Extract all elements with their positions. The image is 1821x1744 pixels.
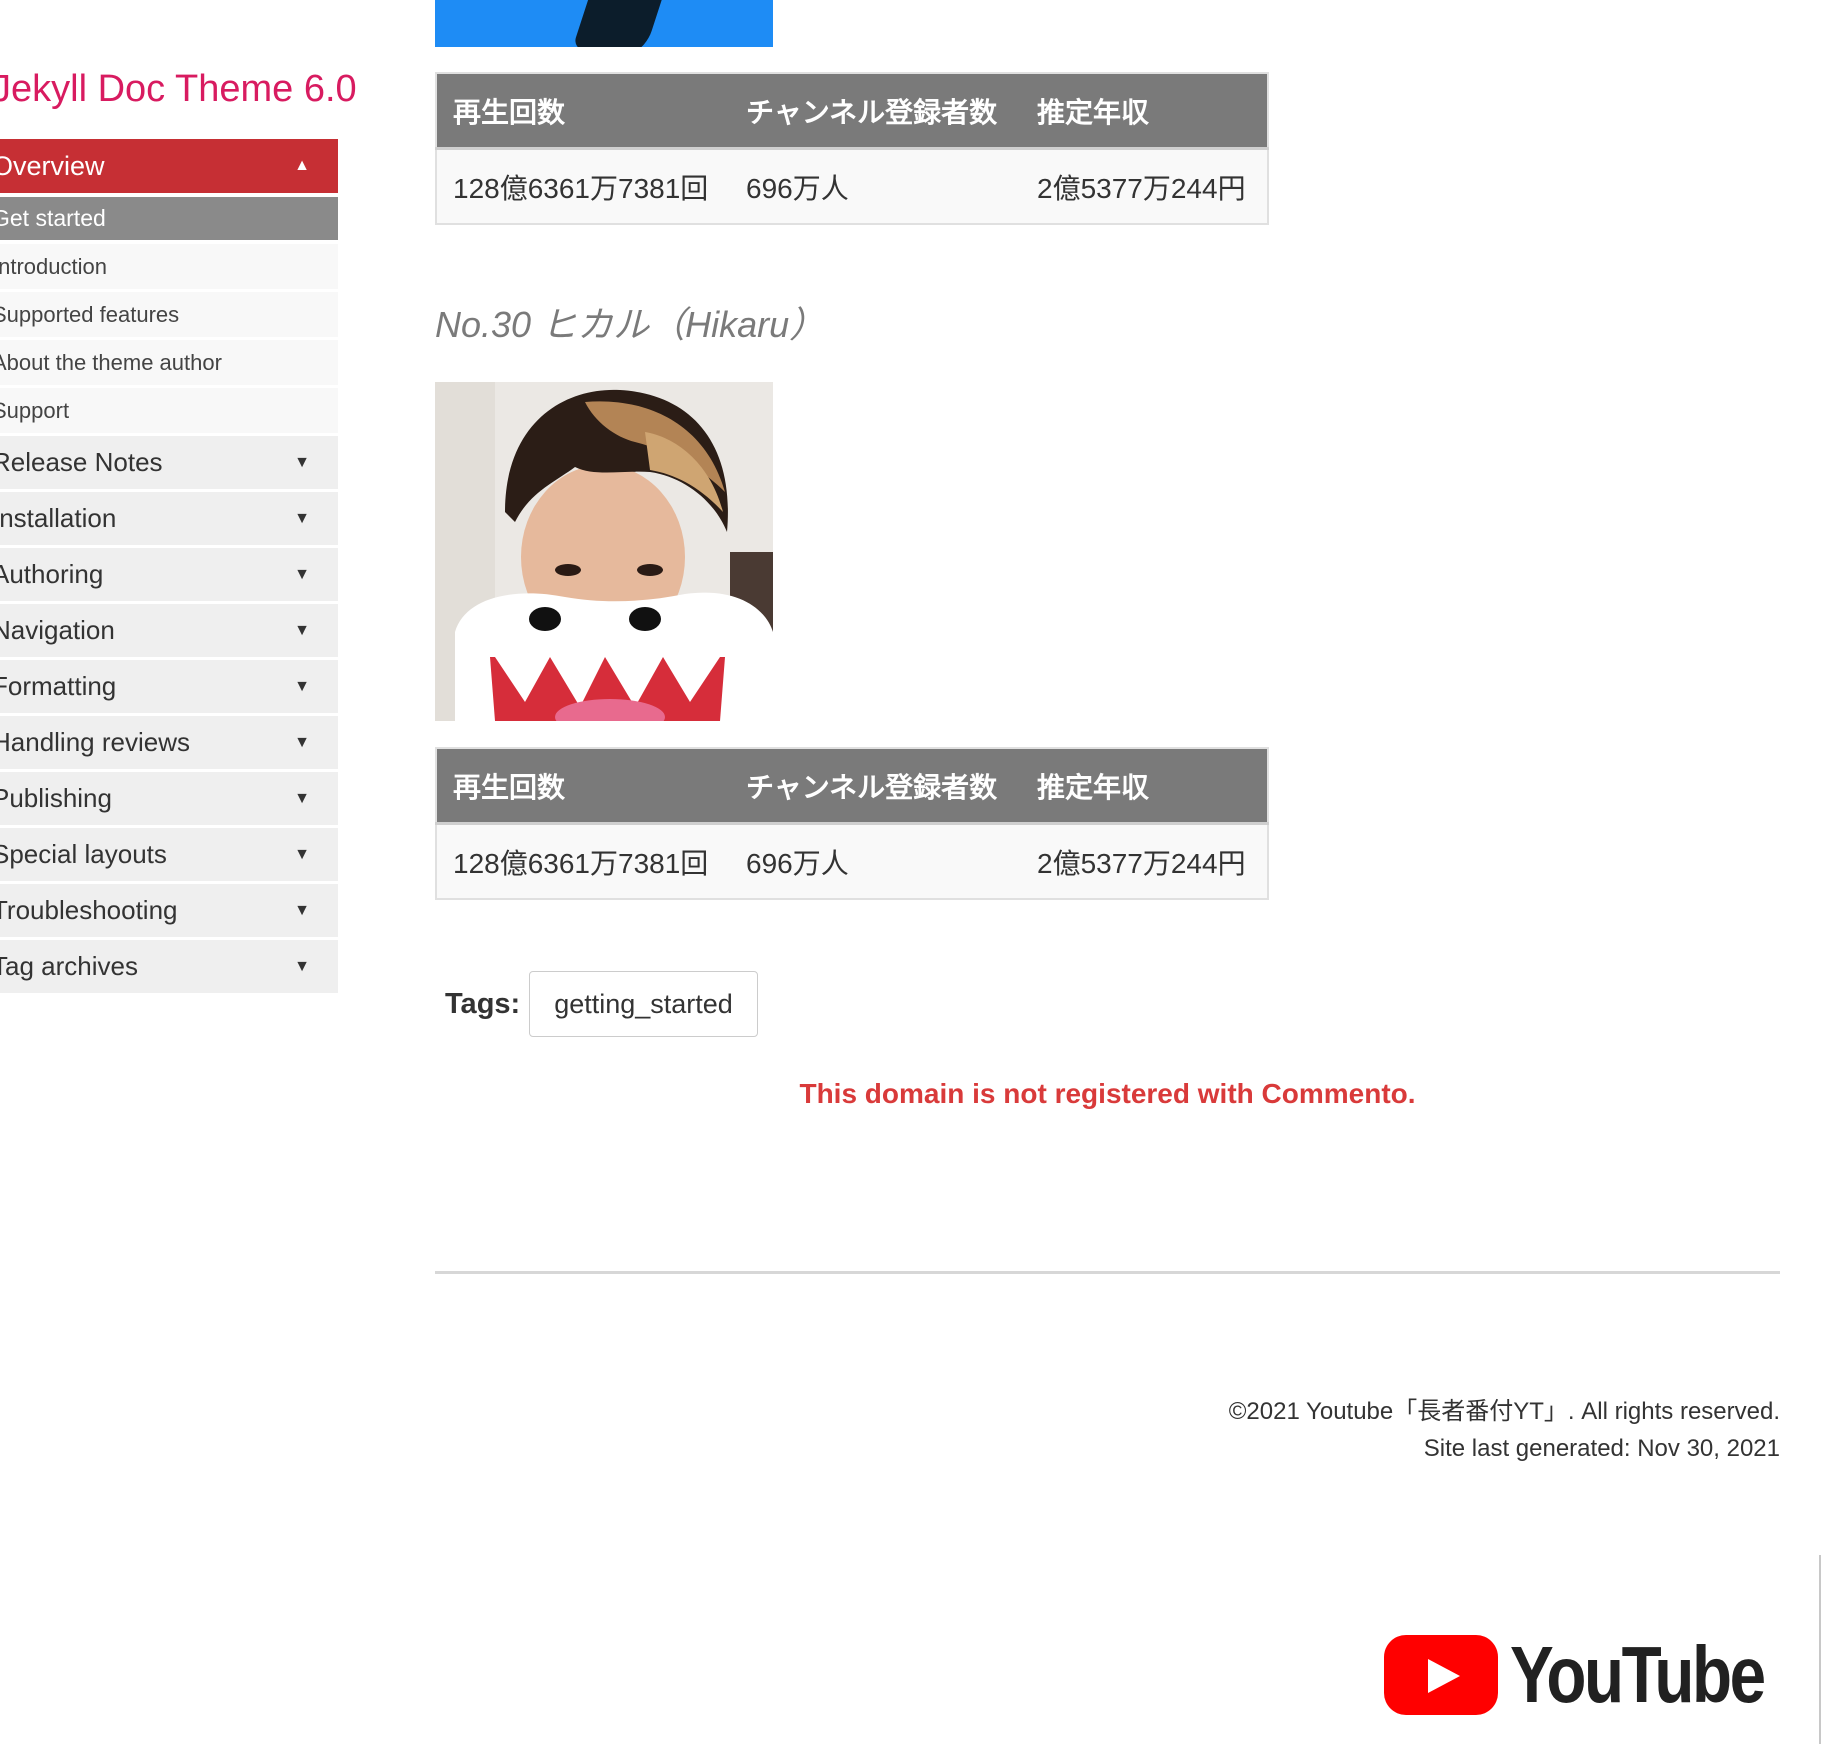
- nav-section-tag-archives[interactable]: Tag archives ▼: [0, 940, 338, 996]
- nav-section-troubleshooting[interactable]: Troubleshooting ▼: [0, 884, 338, 940]
- expand-arrow-icon: ▼: [294, 958, 310, 975]
- previous-creator-image: [435, 0, 773, 47]
- nav-section-label: Publishing: [0, 783, 112, 813]
- creator-stats-table: 再生回数 チャンネル登録者数 推定年収 128億6361万7381回 696万人…: [435, 747, 1269, 900]
- expand-arrow-icon: ▼: [294, 566, 310, 583]
- table-header-row: 再生回数 チャンネル登録者数 推定年収: [436, 73, 1268, 150]
- creator-heading: No.30 ヒカル（Hikaru）: [435, 304, 826, 345]
- expand-arrow-icon: ▼: [294, 454, 310, 471]
- footer: ©2021 Youtube「長者番付YT」. All rights reserv…: [1229, 1393, 1780, 1467]
- nav-item-support[interactable]: Support: [0, 388, 338, 436]
- column-header-income: 推定年収: [1021, 73, 1268, 150]
- nav-section-label: Formatting: [0, 671, 117, 701]
- nav-section-label: Troubleshooting: [0, 895, 178, 925]
- nav-section-navigation[interactable]: Navigation ▼: [0, 604, 338, 660]
- page: Jekyll Doc Theme 6.0 Overview ▲ Get star…: [0, 0, 1821, 1744]
- nav-item-introduction[interactable]: Introduction: [0, 244, 338, 292]
- nav-section-authoring[interactable]: Authoring ▼: [0, 548, 338, 604]
- tags-label: Tags:: [445, 987, 521, 1020]
- expand-arrow-icon: ▼: [294, 902, 310, 919]
- creator-photo-illustration: [435, 382, 773, 721]
- nav-section-label: Navigation: [0, 615, 115, 645]
- column-header-views: 再生回数: [436, 73, 730, 150]
- nav-section-release-notes[interactable]: Release Notes ▼: [0, 436, 338, 492]
- expand-arrow-icon: ▼: [294, 790, 310, 807]
- youtube-logo[interactable]: YouTube: [1384, 1630, 1819, 1719]
- youtube-wordmark: YouTube: [1510, 1630, 1766, 1719]
- nav-section-handling-reviews[interactable]: Handling reviews ▼: [0, 716, 338, 772]
- sidebar-nav: Overview ▲ Get started Introduction Supp…: [0, 139, 338, 996]
- income-cell: 2億5377万244円: [1021, 823, 1268, 899]
- column-header-views: 再生回数: [436, 748, 730, 825]
- nav-section-label: Tag archives: [0, 951, 138, 981]
- creator-stats-table: 再生回数 チャンネル登録者数 推定年収 128億6361万7381回 696万人…: [435, 72, 1269, 225]
- expand-arrow-icon: ▼: [294, 678, 310, 695]
- nav-section-label: Overview: [0, 151, 105, 181]
- nav-section-label: Handling reviews: [0, 727, 190, 757]
- nav-section-formatting[interactable]: Formatting ▼: [0, 660, 338, 716]
- column-header-income: 推定年収: [1021, 748, 1268, 825]
- column-header-subscribers: チャンネル登録者数: [730, 73, 1021, 150]
- nav-item-supported-features[interactable]: Supported features: [0, 292, 338, 340]
- tags-section: Tags: getting_started: [445, 971, 758, 1037]
- footer-divider: [435, 1271, 1780, 1274]
- expand-arrow-icon: ▼: [294, 734, 310, 751]
- table-row: 128億6361万7381回 696万人 2億5377万244円: [436, 823, 1268, 899]
- nav-section-installation[interactable]: Installation ▼: [0, 492, 338, 548]
- commento-error-message: This domain is not registered with Comme…: [799, 1078, 1416, 1109]
- table-row: 128億6361万7381回 696万人 2億5377万244円: [436, 148, 1268, 224]
- nav-section-label: Special layouts: [0, 839, 167, 869]
- expand-arrow-icon: ▼: [294, 510, 310, 527]
- nav-section-overview[interactable]: Overview ▲: [0, 139, 338, 193]
- sidebar-title[interactable]: Jekyll Doc Theme 6.0: [0, 68, 357, 111]
- subscribers-cell: 696万人: [730, 148, 1021, 224]
- nav-item-get-started[interactable]: Get started: [0, 197, 338, 240]
- views-cell: 128億6361万7381回: [436, 148, 730, 224]
- nav-item-about-author[interactable]: About the theme author: [0, 340, 338, 388]
- nav-section-publishing[interactable]: Publishing ▼: [0, 772, 338, 828]
- views-cell: 128億6361万7381回: [436, 823, 730, 899]
- nav-section-label: Authoring: [0, 559, 104, 589]
- expand-arrow-icon: ▼: [294, 622, 310, 639]
- nav-section-special-layouts[interactable]: Special layouts ▼: [0, 828, 338, 884]
- subscribers-cell: 696万人: [730, 823, 1021, 899]
- tag-getting-started[interactable]: getting_started: [529, 971, 758, 1037]
- creator-photo: [435, 382, 773, 721]
- play-icon: [1384, 1635, 1498, 1715]
- nav-section-label: Release Notes: [0, 447, 163, 477]
- table-header-row: 再生回数 チャンネル登録者数 推定年収: [436, 748, 1268, 825]
- footer-copyright: ©2021 Youtube「長者番付YT」. All rights reserv…: [1228, 1398, 1780, 1425]
- column-header-subscribers: チャンネル登録者数: [730, 748, 1021, 825]
- income-cell: 2億5377万244円: [1021, 148, 1268, 224]
- footer-generated: Site last generated: Nov 30, 2021: [1423, 1435, 1780, 1462]
- expand-arrow-icon: ▼: [294, 846, 310, 863]
- nav-section-label: Installation: [0, 503, 117, 533]
- collapse-arrow-icon: ▲: [294, 157, 310, 174]
